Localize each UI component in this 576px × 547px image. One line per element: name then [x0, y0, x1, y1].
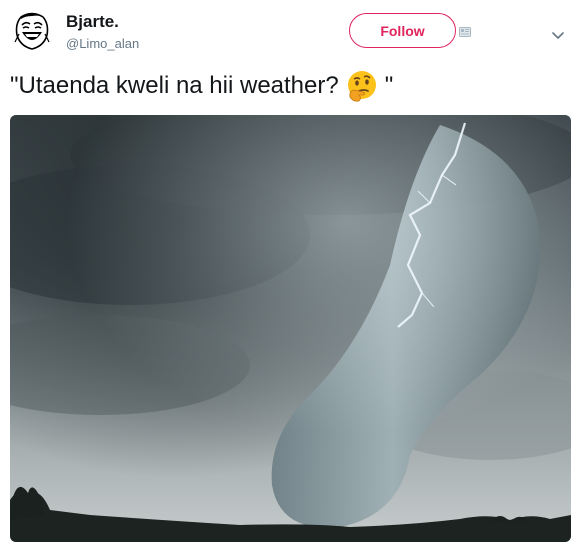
avatar[interactable]: [10, 8, 54, 52]
display-name[interactable]: Bjarte.: [66, 12, 139, 32]
tweet-media-photo[interactable]: [10, 115, 571, 542]
tweet-text-main: "Utaenda kweli na hii weather?: [10, 72, 339, 99]
user-handle[interactable]: @Limo_alan: [66, 35, 139, 53]
tweet-text-quote: ": [384, 72, 394, 99]
twitter-logo-icon: [459, 24, 471, 37]
chevron-down-icon[interactable]: [552, 27, 564, 39]
follow-button[interactable]: Follow: [349, 13, 456, 48]
thinking-face-icon: [345, 69, 379, 103]
author-block[interactable]: Bjarte. @Limo_alan: [66, 12, 139, 53]
tweet-text: "Utaenda kweli na hii weather? ": [10, 68, 393, 104]
tweet-card: Bjarte. @Limo_alan Follow "Utaenda kweli…: [0, 0, 576, 547]
